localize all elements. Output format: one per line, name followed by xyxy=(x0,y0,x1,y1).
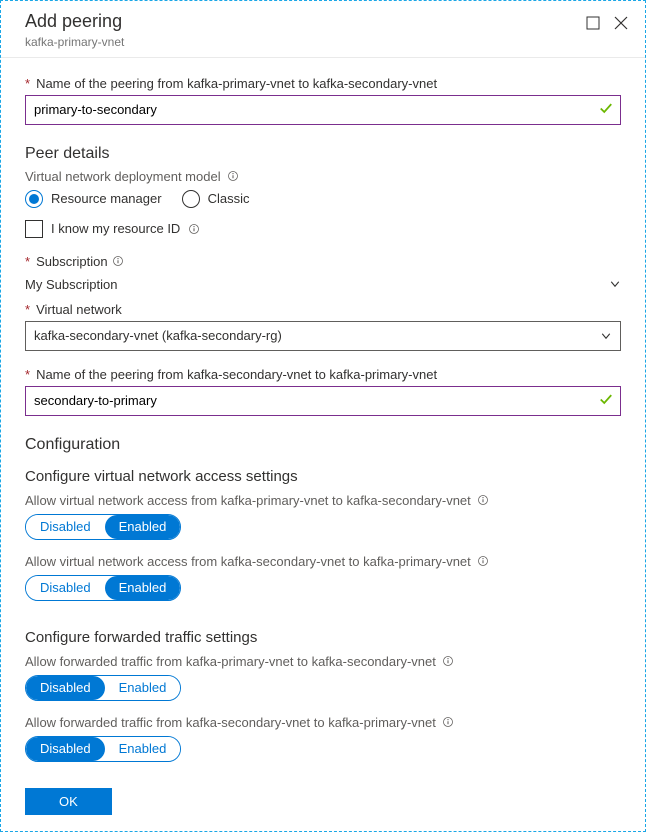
forwarded-settings-heading: Configure forwarded traffic settings xyxy=(25,629,621,646)
header-text: Add peering kafka-primary-vnet xyxy=(25,11,585,49)
info-icon[interactable] xyxy=(442,716,454,728)
checkbox-icon xyxy=(25,220,43,238)
panel-subtitle: kafka-primary-vnet xyxy=(25,35,585,49)
virtual-network-value: kafka-secondary-vnet (kafka-secondary-rg… xyxy=(34,328,282,343)
deployment-model-label: Virtual network deployment model xyxy=(25,169,621,184)
access-1-label: Allow virtual network access from kafka-… xyxy=(25,493,621,508)
peering-name-2-wrap xyxy=(25,386,621,416)
info-icon[interactable] xyxy=(227,170,239,182)
toggle-enabled[interactable]: Enabled xyxy=(105,676,181,700)
access-settings-heading: Configure virtual network access setting… xyxy=(25,468,621,485)
ok-button[interactable]: OK xyxy=(25,788,112,815)
info-icon[interactable] xyxy=(188,223,200,235)
required-asterisk: * xyxy=(25,76,30,91)
virtual-network-label: * Virtual network xyxy=(25,302,621,317)
toggle-disabled[interactable]: Disabled xyxy=(26,676,105,700)
peering-name-1-label: * Name of the peering from kafka-primary… xyxy=(25,76,621,91)
toggle-disabled[interactable]: Disabled xyxy=(26,576,105,600)
toggle-disabled[interactable]: Disabled xyxy=(26,515,105,539)
peering-name-1-wrap xyxy=(25,95,621,125)
info-icon[interactable] xyxy=(477,555,489,567)
virtual-network-select[interactable]: kafka-secondary-vnet (kafka-secondary-rg… xyxy=(25,321,621,351)
toggle-enabled[interactable]: Enabled xyxy=(105,576,181,600)
header-icons xyxy=(585,11,629,31)
info-icon[interactable] xyxy=(442,655,454,667)
fwd-2-toggle[interactable]: Disabled Enabled xyxy=(25,736,181,762)
info-icon[interactable] xyxy=(477,494,489,506)
panel-footer: OK xyxy=(1,772,645,831)
add-peering-panel: Add peering kafka-primary-vnet * Name of… xyxy=(0,0,646,832)
radio-resource-manager[interactable]: Resource manager xyxy=(25,190,162,208)
access-2-toggle[interactable]: Disabled Enabled xyxy=(25,575,181,601)
chevron-down-icon xyxy=(609,278,621,290)
radio-classic[interactable]: Classic xyxy=(182,190,250,208)
close-icon[interactable] xyxy=(613,15,629,31)
toggle-enabled[interactable]: Enabled xyxy=(105,737,181,761)
deployment-model-radios: Resource manager Classic xyxy=(25,190,621,208)
panel-title: Add peering xyxy=(25,11,585,33)
required-asterisk: * xyxy=(25,302,30,317)
peering-name-2-input[interactable] xyxy=(25,386,621,416)
subscription-value: My Subscription xyxy=(25,277,117,292)
panel-header: Add peering kafka-primary-vnet xyxy=(1,1,645,58)
peering-name-2-label: * Name of the peering from kafka-seconda… xyxy=(25,367,621,382)
fwd-2-label: Allow forwarded traffic from kafka-secon… xyxy=(25,715,621,730)
toggle-enabled[interactable]: Enabled xyxy=(105,515,181,539)
fwd-1-toggle[interactable]: Disabled Enabled xyxy=(25,675,181,701)
know-resource-id-checkbox[interactable]: I know my resource ID xyxy=(25,220,621,238)
peer-details-heading: Peer details xyxy=(25,145,621,163)
maximize-icon[interactable] xyxy=(585,15,601,31)
subscription-dropdown[interactable]: My Subscription xyxy=(25,273,621,302)
info-icon[interactable] xyxy=(112,255,124,267)
subscription-label: * Subscription xyxy=(25,254,621,269)
chevron-down-icon xyxy=(600,330,612,342)
access-1-toggle[interactable]: Disabled Enabled xyxy=(25,514,181,540)
toggle-disabled[interactable]: Disabled xyxy=(26,737,105,761)
required-asterisk: * xyxy=(25,367,30,382)
peering-name-1-input[interactable] xyxy=(25,95,621,125)
panel-body[interactable]: * Name of the peering from kafka-primary… xyxy=(1,58,645,772)
configuration-heading: Configuration xyxy=(25,436,621,454)
access-2-label: Allow virtual network access from kafka-… xyxy=(25,554,621,569)
fwd-1-label: Allow forwarded traffic from kafka-prima… xyxy=(25,654,621,669)
required-asterisk: * xyxy=(25,254,30,269)
